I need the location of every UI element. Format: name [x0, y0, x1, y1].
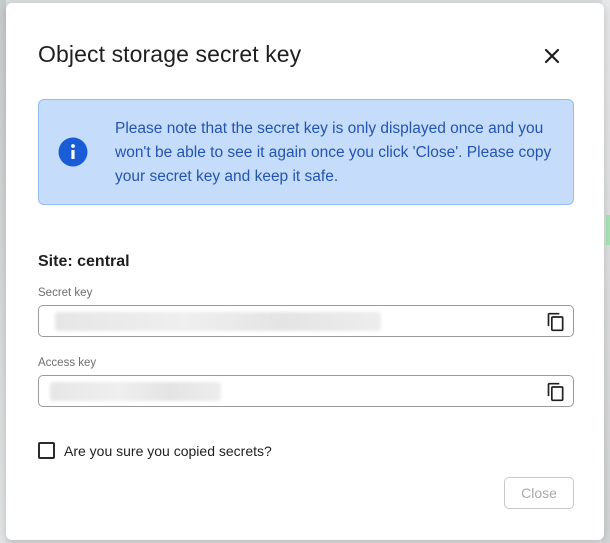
access-key-input[interactable]: [39, 376, 573, 406]
secret-key-dialog: Object storage secret key Please note th…: [6, 3, 604, 540]
backdrop: [606, 215, 610, 245]
copy-access-key-button[interactable]: [544, 380, 568, 404]
copy-secret-key-button[interactable]: [544, 310, 568, 334]
info-icon: [58, 137, 88, 167]
secret-key-input[interactable]: [39, 306, 573, 336]
close-icon[interactable]: [539, 43, 565, 69]
close-button[interactable]: Close: [504, 477, 574, 509]
copy-icon: [547, 382, 564, 402]
close-icon: [544, 48, 560, 64]
access-key-label: Access key: [38, 357, 97, 369]
dialog-title: Object storage secret key: [38, 41, 302, 67]
secret-key-field: [38, 305, 574, 337]
secret-key-label: Secret key: [38, 287, 93, 299]
confirm-row: Are you sure you copied secrets?: [38, 442, 272, 459]
confirm-checkbox[interactable]: [38, 442, 55, 459]
confirm-label[interactable]: Are you sure you copied secrets?: [64, 443, 272, 459]
copy-icon: [547, 312, 564, 332]
access-key-field: [38, 375, 574, 407]
site-label: Site: central: [38, 253, 130, 270]
info-message: Please note that the secret key is only …: [115, 120, 552, 185]
info-banner: Please note that the secret key is only …: [38, 99, 574, 205]
